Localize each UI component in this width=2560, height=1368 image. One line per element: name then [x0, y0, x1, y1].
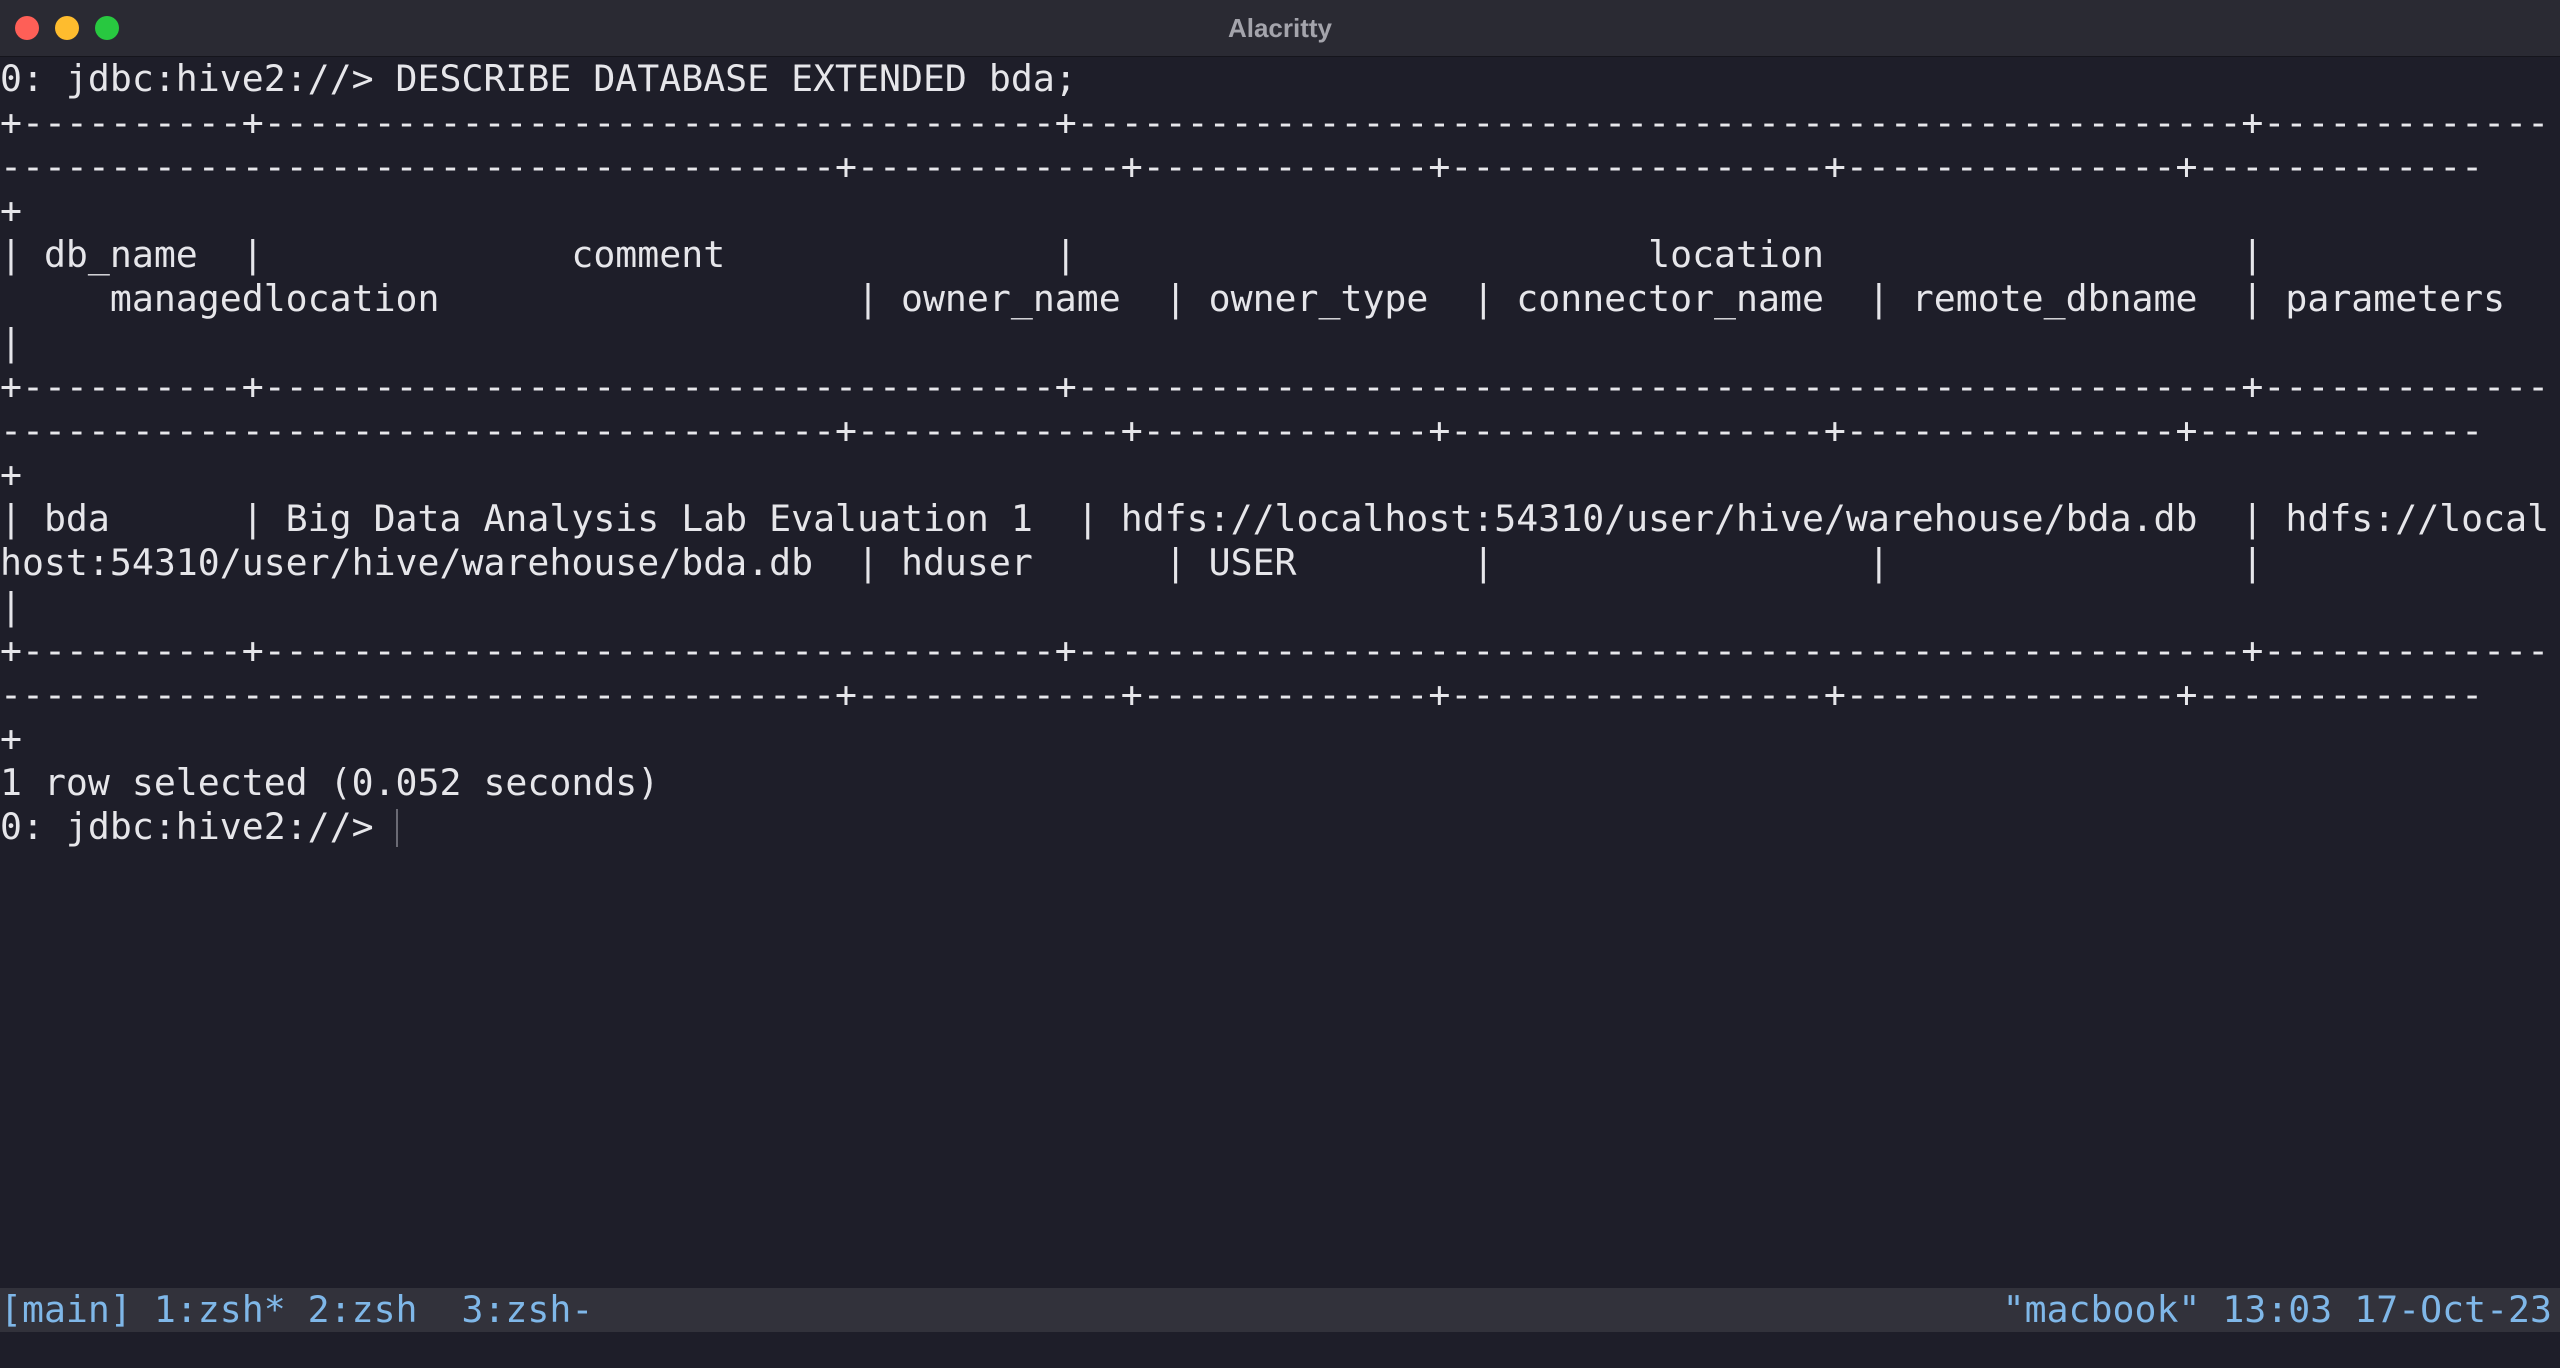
table-row-line: host:54310/user/hive/warehouse/bda.db | … [0, 541, 2264, 584]
table-row-line: | [0, 585, 22, 628]
table-row-line: | bda | Big Data Analysis Lab Evaluation… [0, 497, 2550, 540]
table-header-line: | [0, 321, 22, 364]
table-border-line: + [0, 453, 22, 496]
table-border-line: + [0, 189, 22, 232]
result-summary-line: 1 row selected (0.052 seconds) [0, 761, 660, 804]
prompt-line[interactable]: 0: jdbc:hive2://> [0, 805, 396, 849]
table-border-line: --------------------------------------+-… [0, 145, 2484, 188]
terminal-output[interactable]: 0: jdbc:hive2://> DESCRIBE DATABASE EXTE… [0, 57, 2560, 1287]
tmux-window-list[interactable]: [main] 1:zsh* 2:zsh 3:zsh- [0, 1288, 593, 1332]
text-cursor [396, 809, 398, 847]
table-border-line: +----------+----------------------------… [0, 101, 2550, 144]
command-line: 0: jdbc:hive2://> DESCRIBE DATABASE EXTE… [0, 57, 1077, 100]
window-title: Alacritty [1227, 13, 1333, 43]
tmux-status-info: "macbook" 13:03 17-Oct-23 [2002, 1288, 2552, 1331]
table-header-line: | db_name | comment | location | [0, 233, 2264, 276]
terminal-window: Alacritty 0: jdbc:hive2://> DESCRIBE DAT… [0, 0, 2560, 1368]
table-border-line: +----------+----------------------------… [0, 365, 2550, 408]
table-border-line: + [0, 717, 22, 760]
tmux-status-bar: [main] 1:zsh* 2:zsh 3:zsh- "macbook" 13:… [0, 1288, 2560, 1332]
title-bar[interactable]: Alacritty [0, 0, 2560, 57]
table-border-line: --------------------------------------+-… [0, 409, 2484, 452]
table-border-line: +----------+----------------------------… [0, 629, 2550, 672]
table-border-line: --------------------------------------+-… [0, 673, 2484, 716]
table-header-line: managedlocation | owner_name | owner_typ… [0, 277, 2506, 320]
